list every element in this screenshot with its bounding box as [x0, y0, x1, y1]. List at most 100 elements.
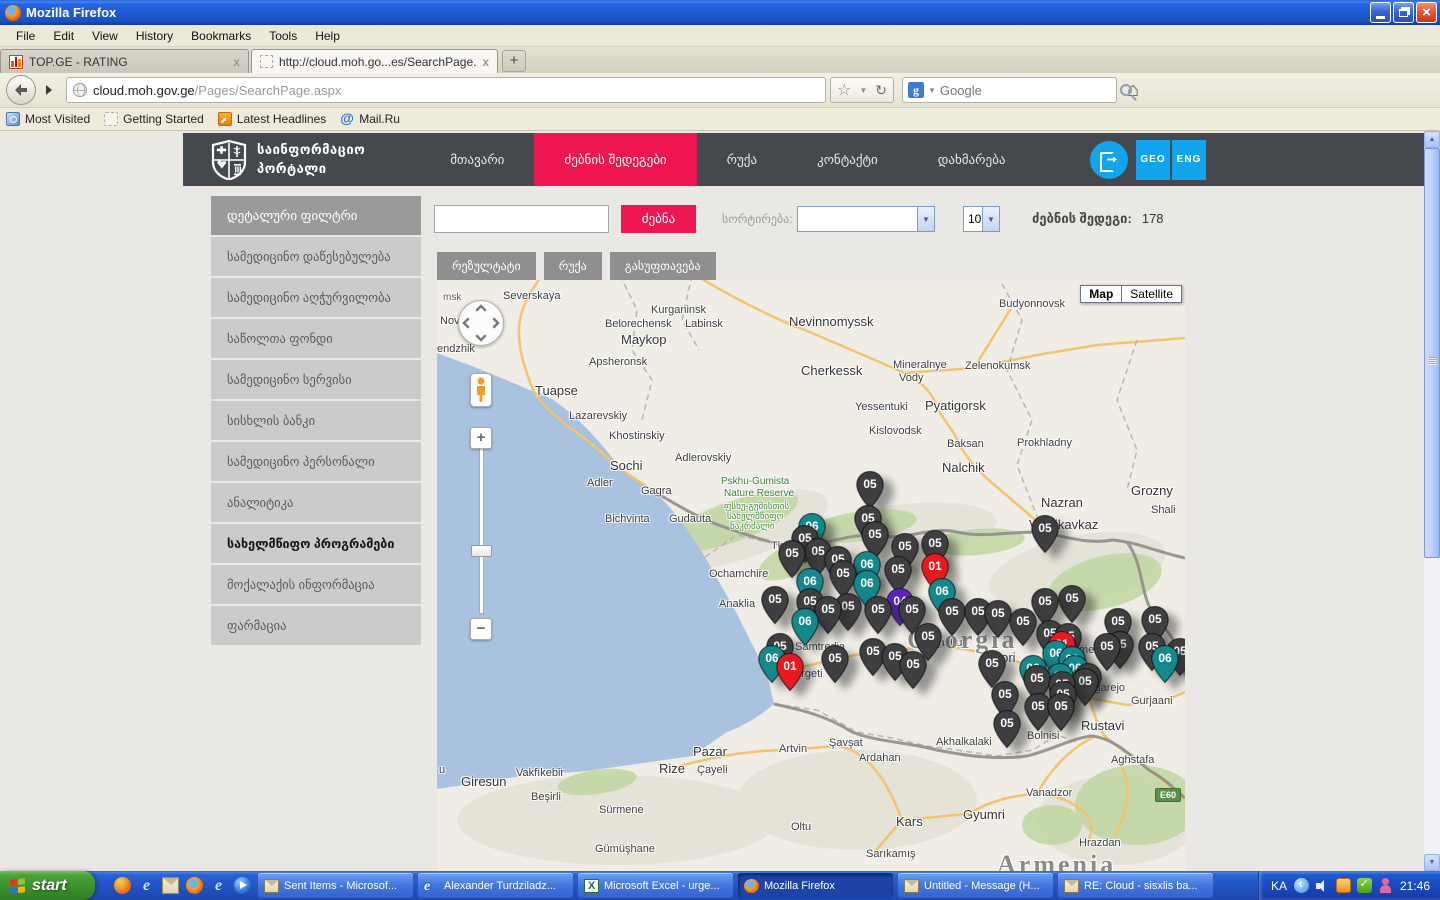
tab-searchpage[interactable]: http://cloud.moh.go...es/SearchPage.aspx…: [251, 49, 498, 73]
zoom-in-button[interactable]: +: [470, 427, 492, 449]
dropdown-icon[interactable]: ▼: [859, 86, 867, 95]
scroll-down-icon[interactable]: ▼: [1424, 854, 1440, 871]
map-pin[interactable]: 01: [775, 652, 805, 692]
task-button[interactable]: Untitled - Message (H...: [898, 873, 1053, 898]
action-button[interactable]: რუქა: [544, 252, 602, 280]
map-pin[interactable]: 05: [1046, 692, 1076, 732]
clock-sync-icon[interactable]: [1336, 878, 1351, 893]
map-pin[interactable]: 05: [992, 709, 1022, 749]
restore-button[interactable]: [1393, 2, 1414, 23]
bookmark-star-icon[interactable]: ☆: [837, 80, 851, 100]
bookmark-item[interactable]: Getting Started: [104, 112, 204, 126]
tab-topge[interactable]: TOP.GE - RATING x: [0, 49, 249, 73]
pegman-icon[interactable]: [470, 373, 492, 407]
internet-explorer-icon[interactable]: [138, 877, 155, 894]
menu-edit[interactable]: Edit: [45, 27, 82, 45]
task-button[interactable]: RE: Cloud - sisxlis ba...: [1058, 873, 1213, 898]
orange-ball-icon[interactable]: [114, 877, 131, 894]
logout-icon[interactable]: [1090, 141, 1128, 179]
map-pin[interactable]: 05: [1008, 607, 1038, 647]
select-arrow-icon[interactable]: ▼: [917, 207, 934, 231]
sidebar-item[interactable]: ფარმაცია: [211, 606, 421, 645]
outlook-icon[interactable]: [162, 877, 179, 894]
action-button[interactable]: რეზულტატი: [437, 252, 536, 280]
url-bar[interactable]: cloud.moh.gov.ge/Pages/SearchPage.aspx: [66, 77, 826, 103]
magnifier-icon[interactable]: [1120, 84, 1132, 96]
task-button[interactable]: Alexander Turdziladz...: [418, 873, 573, 898]
lang-button-geo[interactable]: GEO: [1136, 140, 1170, 180]
new-tab-button[interactable]: +: [502, 50, 526, 72]
zoom-slider-handle[interactable]: [471, 545, 492, 557]
zoom-slider-track[interactable]: [479, 438, 484, 614]
search-engine-box[interactable]: g ▼: [902, 77, 1117, 103]
select-arrow-icon[interactable]: ▼: [982, 207, 999, 231]
google-icon[interactable]: g: [908, 82, 924, 98]
map-pan-control[interactable]: [458, 300, 504, 346]
media-player-icon[interactable]: [234, 877, 251, 894]
site-nav-item[interactable]: ძებნის შედეგები: [534, 133, 696, 186]
tab-close-icon[interactable]: x: [482, 55, 489, 69]
site-nav-item[interactable]: კონტაქტი: [787, 133, 908, 186]
action-button[interactable]: გასუფთავება: [610, 252, 716, 280]
sidebar-item[interactable]: დეტალური ფილტრი: [211, 196, 421, 235]
task-button[interactable]: Sent Items - Microsof...: [258, 873, 413, 898]
close-button[interactable]: ×: [1416, 2, 1437, 23]
back-button[interactable]: [6, 75, 36, 105]
security-check-icon[interactable]: [1357, 878, 1372, 893]
site-logo[interactable]: საინფორმაციოპორტალი: [211, 140, 365, 180]
tab-close-icon[interactable]: x: [233, 55, 240, 69]
google-map[interactable]: mskSeverskayaKurganinskBelorechenskLabin…: [437, 280, 1185, 871]
map-pin[interactable]: 06: [1150, 644, 1180, 684]
clock[interactable]: 21:46: [1400, 879, 1430, 893]
scrollbar-thumb[interactable]: [1424, 148, 1440, 558]
window-titlebar[interactable]: Mozilla Firefox ×: [0, 0, 1440, 25]
start-button[interactable]: start: [0, 871, 95, 900]
map-pin[interactable]: 05: [1057, 584, 1087, 624]
menu-bookmarks[interactable]: Bookmarks: [183, 27, 259, 45]
minimize-button[interactable]: [1370, 2, 1391, 23]
search-engine-dropdown-icon[interactable]: ▼: [928, 86, 936, 95]
per-page-select[interactable]: 10▼: [963, 206, 1000, 232]
search-input[interactable]: [434, 205, 609, 233]
browser-scrollbar[interactable]: ▲ ▼: [1424, 131, 1440, 871]
bookmark-item[interactable]: Most Visited: [6, 112, 90, 126]
map-pin[interactable]: 05: [1030, 514, 1060, 554]
map-pin[interactable]: 05: [820, 644, 850, 684]
menu-file[interactable]: File: [8, 27, 43, 45]
task-button[interactable]: Mozilla Firefox: [738, 873, 893, 898]
sidebar-item[interactable]: საწოლთა ფონდი: [211, 319, 421, 358]
messenger-person-icon[interactable]: [1378, 878, 1393, 893]
scroll-up-icon[interactable]: ▲: [1424, 131, 1440, 148]
hide-icons-chevron-icon[interactable]: [1294, 878, 1309, 893]
sidebar-item[interactable]: სამედიცინო დაწესებულება: [211, 237, 421, 276]
sidebar-item[interactable]: სამედიცინო პერსონალი: [211, 442, 421, 481]
firefox-icon[interactable]: [186, 877, 203, 894]
sidebar-item[interactable]: სახელმწიფო პროგრამები: [211, 524, 421, 563]
volume-icon[interactable]: [1315, 878, 1330, 893]
map-pin[interactable]: 05: [863, 595, 893, 635]
sort-select[interactable]: ▼: [797, 206, 935, 232]
zoom-out-button[interactable]: −: [470, 618, 492, 640]
menu-help[interactable]: Help: [307, 27, 348, 45]
bookmark-item[interactable]: Mail.Ru: [340, 112, 400, 126]
sidebar-item[interactable]: ანალიტიკა: [211, 483, 421, 522]
bookmark-item[interactable]: Latest Headlines: [218, 112, 326, 126]
sidebar-item[interactable]: სამედიცინო აღჭურვილობა: [211, 278, 421, 317]
satellite-button[interactable]: Satellite: [1122, 285, 1182, 303]
refresh-icon[interactable]: ↻: [875, 82, 887, 99]
map-button[interactable]: Map: [1080, 285, 1122, 303]
map-pin[interactable]: 05: [898, 650, 928, 690]
map-pin[interactable]: 05: [760, 585, 790, 625]
internet-explorer-doc-icon[interactable]: [210, 877, 227, 894]
lang-button-eng[interactable]: ENG: [1172, 140, 1206, 180]
forward-button[interactable]: [38, 80, 58, 100]
site-nav-item[interactable]: რუქა: [697, 133, 787, 186]
site-nav-item[interactable]: მთავარი: [420, 133, 534, 186]
sidebar-item[interactable]: სისხლის ბანკი: [211, 401, 421, 440]
task-button[interactable]: Microsoft Excel - urge...: [578, 873, 733, 898]
site-nav-item[interactable]: დახმარება: [908, 133, 1036, 186]
web-search-input[interactable]: [940, 83, 1116, 98]
search-button[interactable]: ძებნა: [621, 205, 696, 233]
sidebar-item[interactable]: მოქალაქის ინფორმაცია: [211, 565, 421, 604]
menu-history[interactable]: History: [128, 27, 181, 45]
